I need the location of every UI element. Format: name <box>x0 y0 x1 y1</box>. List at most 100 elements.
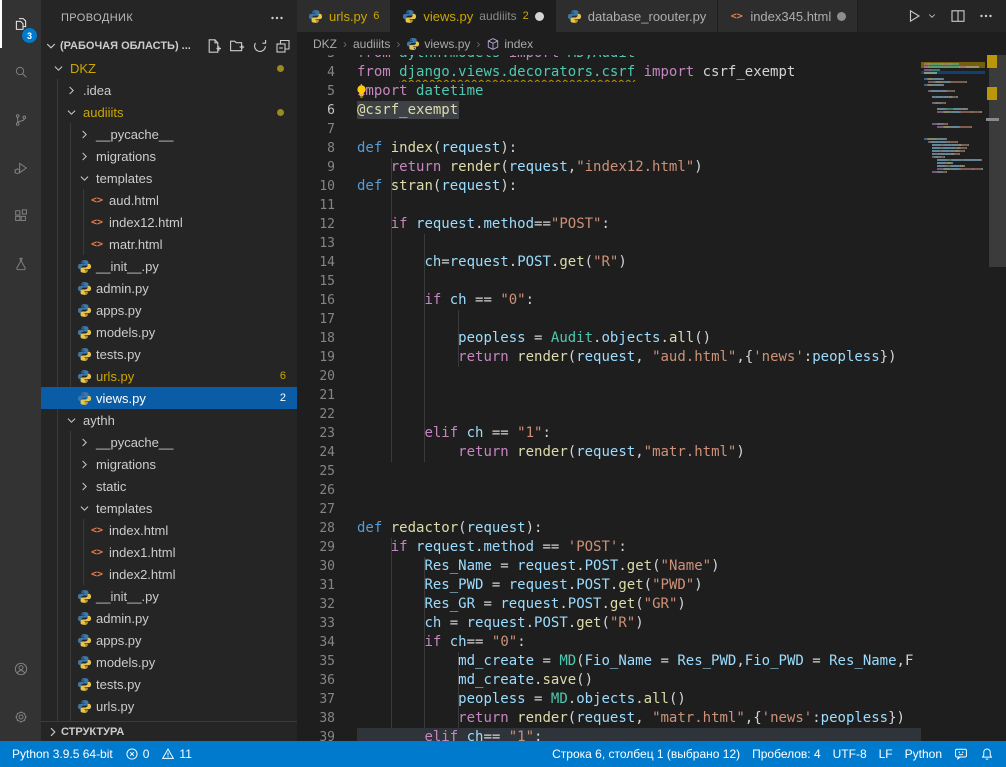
more-actions-button-icon[interactable] <box>978 8 994 24</box>
split-editor-button-icon[interactable] <box>950 8 966 24</box>
code-line-21[interactable]: 21 <box>297 386 1006 405</box>
tree-item-urls.py[interactable]: urls.py6 <box>41 365 297 387</box>
code-line-15[interactable]: 15 <box>297 272 1006 291</box>
tree-item-migrations[interactable]: migrations <box>41 145 297 167</box>
code-line-3[interactable]: 3from aythh.models import MD,Audit <box>297 55 1006 63</box>
tree-item-index2.html[interactable]: <>index2.html <box>41 563 297 585</box>
status-feedback-button[interactable] <box>948 747 974 761</box>
code-line-37[interactable]: 37 peopless = MD.objects.all() <box>297 690 1006 709</box>
code-line-23[interactable]: 23 elif ch == "1": <box>297 424 1006 443</box>
code-line-26[interactable]: 26 <box>297 481 1006 500</box>
tab-database_roouter.py[interactable]: database_roouter.py <box>556 0 719 32</box>
activity-search-button[interactable] <box>0 48 41 96</box>
tree-item-matr.html[interactable]: <>matr.html <box>41 233 297 255</box>
tree-item-__init__.py[interactable]: __init__.py <box>41 585 297 607</box>
tree-item-urls.py[interactable]: urls.py <box>41 695 297 717</box>
code-line-33[interactable]: 33 ch = request.POST.get("R") <box>297 614 1006 633</box>
status-indentation[interactable]: Пробелов: 4 <box>746 747 827 761</box>
tree-item-audiiits[interactable]: audiiits <box>41 101 297 123</box>
code-line-9[interactable]: 9 return render(request,"index12.html") <box>297 158 1006 177</box>
activity-run-debug-button[interactable] <box>0 144 41 192</box>
activity-settings-button[interactable] <box>0 693 41 741</box>
tree-item-DKZ[interactable]: DKZ <box>41 57 297 79</box>
tree-item-models.py[interactable]: models.py <box>41 651 297 673</box>
status-notifications-bell[interactable] <box>974 747 1000 761</box>
activity-source-control-button[interactable] <box>0 96 41 144</box>
tree-item-apps.py[interactable]: apps.py <box>41 299 297 321</box>
status-encoding[interactable]: UTF-8 <box>827 747 873 761</box>
tab-index345.html[interactable]: <>index345.html <box>718 0 858 32</box>
tree-item-index1.html[interactable]: <>index1.html <box>41 541 297 563</box>
breadcrumb-item-DKZ[interactable]: DKZ <box>313 37 337 51</box>
code-line-31[interactable]: 31 Res_PWD = request.POST.get("PWD") <box>297 576 1006 595</box>
activity-testing-button[interactable] <box>0 240 41 288</box>
breadcrumb-item-audiiits[interactable]: audiiits <box>353 37 390 51</box>
breadcrumb-item-index[interactable]: index <box>486 37 533 51</box>
code-line-35[interactable]: 35 md_create = MD(Fio_Name = Res_PWD,Fio… <box>297 652 1006 671</box>
tree-item-models.py[interactable]: models.py <box>41 321 297 343</box>
code-line-38[interactable]: 38 return render(request, "matr.html",{'… <box>297 709 1006 728</box>
tree-item-__pycache__[interactable]: __pycache__ <box>41 123 297 145</box>
tree-item-tests.py[interactable]: tests.py <box>41 343 297 365</box>
status-problems-warnings[interactable]: 11 <box>155 747 197 761</box>
tree-item-views.py[interactable]: views.py <box>41 717 297 721</box>
code-line-28[interactable]: 28def redactor(request): <box>297 519 1006 538</box>
code-line-17[interactable]: 17 <box>297 310 1006 329</box>
tree-item-migrations[interactable]: migrations <box>41 453 297 475</box>
new-folder-icon[interactable] <box>229 38 245 54</box>
status-python-interpreter[interactable]: Python 3.9.5 64-bit <box>6 747 119 761</box>
code-line-29[interactable]: 29 if request.method == 'POST': <box>297 538 1006 557</box>
code-line-5[interactable]: 5import datetime <box>297 82 1006 101</box>
scrollbar[interactable] <box>985 55 1006 741</box>
lightbulb-icon[interactable] <box>354 84 369 99</box>
tree-item-apps.py[interactable]: apps.py <box>41 629 297 651</box>
code-line-12[interactable]: 12 if request.method=="POST": <box>297 215 1006 234</box>
code-line-13[interactable]: 13 <box>297 234 1006 253</box>
tree-item-.idea[interactable]: .idea <box>41 79 297 101</box>
tree-item-static[interactable]: static <box>41 475 297 497</box>
tree-item-index.html[interactable]: <>index.html <box>41 519 297 541</box>
breadcrumb-item-views.py[interactable]: views.py <box>406 37 470 51</box>
code-line-25[interactable]: 25 <box>297 462 1006 481</box>
views-and-more-actions-icon[interactable] <box>269 10 285 26</box>
code-line-30[interactable]: 30 Res_Name = request.POST.get("Name") <box>297 557 1006 576</box>
tab-urls.py[interactable]: urls.py6 <box>297 0 391 32</box>
code-line-34[interactable]: 34 if ch== "0": <box>297 633 1006 652</box>
code-line-8[interactable]: 8def index(request): <box>297 139 1006 158</box>
code-line-16[interactable]: 16 if ch == "0": <box>297 291 1006 310</box>
tree-item-index12.html[interactable]: <>index12.html <box>41 211 297 233</box>
code-line-6[interactable]: 6@csrf_exempt <box>297 101 1006 120</box>
tree-item-tests.py[interactable]: tests.py <box>41 673 297 695</box>
status-cursor-position[interactable]: Строка 6, столбец 1 (выбрано 12) <box>546 747 746 761</box>
code-line-22[interactable]: 22 <box>297 405 1006 424</box>
status-eol-sequence[interactable]: LF <box>873 747 899 761</box>
outline-section-header[interactable]: СТРУКТУРА <box>41 721 297 741</box>
code-line-14[interactable]: 14 ch=request.POST.get("R") <box>297 253 1006 272</box>
tree-item-views.py[interactable]: views.py2 <box>41 387 297 409</box>
collapse-folders-icon[interactable] <box>275 38 291 54</box>
run-button-icon[interactable] <box>906 8 922 24</box>
tree-item-admin.py[interactable]: admin.py <box>41 277 297 299</box>
code-line-7[interactable]: 7 <box>297 120 1006 139</box>
tree-item-admin.py[interactable]: admin.py <box>41 607 297 629</box>
code-line-20[interactable]: 20 <box>297 367 1006 386</box>
code-line-36[interactable]: 36 md_create.save() <box>297 671 1006 690</box>
activity-explorer-button[interactable]: 3 <box>0 0 41 48</box>
breadcrumb[interactable]: DKZ›audiiits›views.py›index <box>297 32 1006 55</box>
tree-item-aythh[interactable]: aythh <box>41 409 297 431</box>
tree-item-templates[interactable]: templates <box>41 497 297 519</box>
new-file-icon[interactable] <box>206 38 222 54</box>
tree-item-aud.html[interactable]: <>aud.html <box>41 189 297 211</box>
code-line-10[interactable]: 10def stran(request): <box>297 177 1006 196</box>
tree-item-templates[interactable]: templates <box>41 167 297 189</box>
code-line-18[interactable]: 18 peopless = Audit.objects.all() <box>297 329 1006 348</box>
activity-account-button[interactable] <box>0 645 41 693</box>
status-problems-errors[interactable]: 0 <box>119 747 156 761</box>
tab-views.py[interactable]: views.pyaudiiits2 <box>391 0 555 32</box>
code-line-11[interactable]: 11 <box>297 196 1006 215</box>
minimap[interactable] <box>921 55 985 741</box>
code-editor[interactable]: 3from aythh.models import MD,Audit4from … <box>297 55 1006 741</box>
code-line-19[interactable]: 19 return render(request, "aud.html",{'n… <box>297 348 1006 367</box>
tree-item-__init__.py[interactable]: __init__.py <box>41 255 297 277</box>
workspace-section-header[interactable]: (РАБОЧАЯ ОБЛАСТЬ) ... <box>41 35 297 57</box>
